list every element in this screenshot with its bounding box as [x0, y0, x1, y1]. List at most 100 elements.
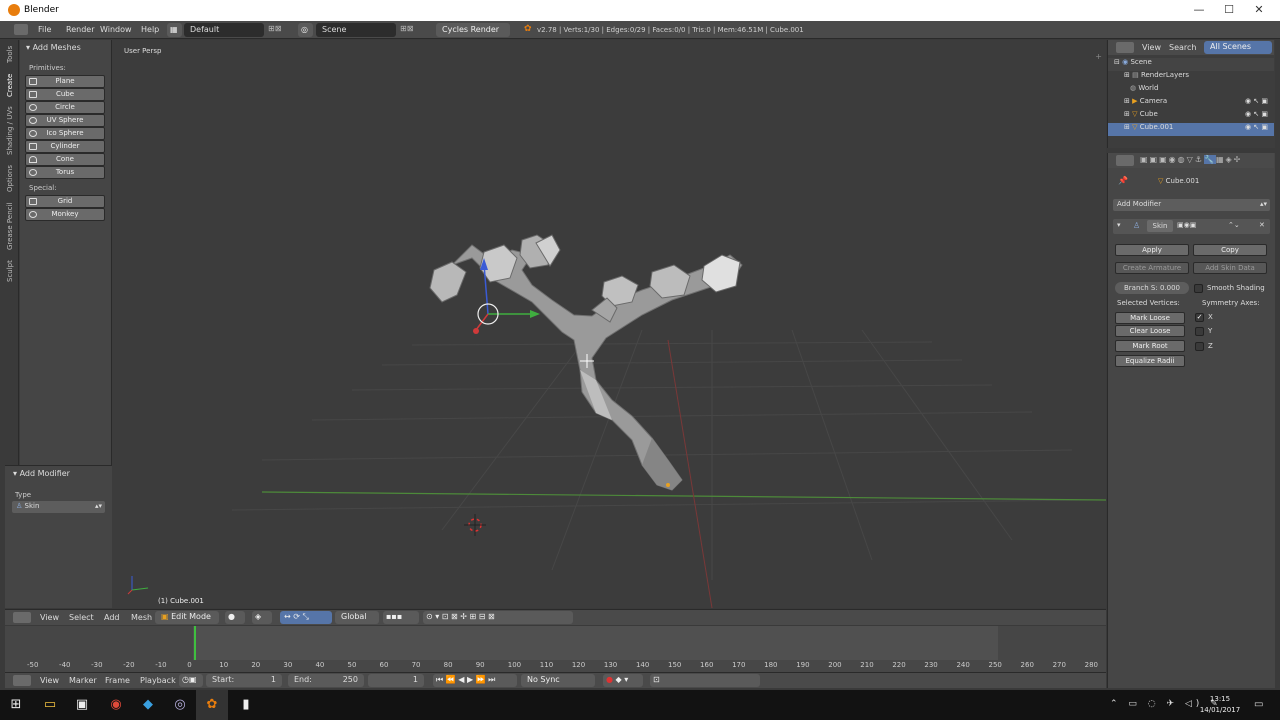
clock-date[interactable]: 14/01/2017: [1198, 706, 1242, 714]
outliner-filter-select[interactable]: All Scenes: [1204, 41, 1272, 54]
add-plane-button[interactable]: Plane: [25, 75, 105, 88]
editor-type-icon[interactable]: [14, 24, 28, 35]
outliner-item-cube[interactable]: ⊞ ▽ Cube ◉ ↖ ▣: [1108, 110, 1274, 123]
app-diamond-icon[interactable]: ◆: [132, 690, 164, 720]
menu-window[interactable]: Window: [100, 25, 132, 34]
app-circle-icon[interactable]: ◎: [164, 690, 196, 720]
add-skin-data-button[interactable]: Add Skin Data: [1193, 262, 1267, 274]
mesh-menu[interactable]: Mesh: [131, 613, 152, 622]
tab-grease-pencil[interactable]: Grease Pencil: [6, 196, 18, 256]
outliner-item-renderlayers[interactable]: ⊞ ▤ RenderLayers: [1108, 71, 1274, 84]
pin-icon[interactable]: 📌: [1118, 176, 1128, 185]
start-windows-icon[interactable]: ⊞: [0, 690, 32, 720]
chrome-icon[interactable]: ◉: [100, 690, 132, 720]
mark-loose-button[interactable]: Mark Loose: [1115, 312, 1185, 324]
scene-field[interactable]: Scene: [316, 23, 396, 37]
editor-type-icon[interactable]: [1116, 155, 1134, 166]
move-modifier-icons[interactable]: ⌃⌄: [1228, 221, 1240, 229]
keying-buttons[interactable]: ● ◆ ▾: [603, 674, 643, 687]
tab-create[interactable]: Create: [6, 70, 18, 100]
3d-viewport[interactable]: User Persp (1) Cube.001 +: [112, 40, 1106, 608]
visibility-icons[interactable]: ◉ ↖ ▣: [1245, 110, 1268, 118]
add-meshes-header[interactable]: ▾ Add Meshes: [26, 43, 81, 52]
editor-type-icon[interactable]: [1116, 42, 1134, 53]
sync-select[interactable]: No Sync: [521, 674, 595, 687]
symmetry-x-checkbox[interactable]: ✓: [1195, 313, 1204, 322]
recorder-icon[interactable]: ▮: [230, 690, 262, 720]
add-cone-button[interactable]: Cone: [25, 153, 105, 166]
selected-vertex[interactable]: [666, 483, 670, 487]
tab-tools[interactable]: Tools: [6, 42, 18, 66]
smooth-shading-checkbox[interactable]: [1194, 284, 1203, 293]
visibility-icons[interactable]: ◉ ↖ ▣: [1245, 123, 1268, 131]
add-menu[interactable]: Add: [104, 613, 120, 622]
mark-root-button[interactable]: Mark Root: [1115, 340, 1185, 352]
create-armature-button[interactable]: Create Armature: [1115, 262, 1189, 274]
playback-controls[interactable]: ⏮ ⏪ ◀ ▶ ⏩ ⏭: [433, 674, 517, 687]
layout-field[interactable]: Default: [184, 23, 264, 37]
symmetry-z-checkbox[interactable]: [1195, 342, 1204, 351]
tab-options[interactable]: Options: [6, 162, 18, 194]
outliner-search-menu[interactable]: Search: [1169, 43, 1196, 52]
clear-loose-button[interactable]: Clear Loose: [1115, 325, 1185, 337]
clock-time[interactable]: 13:15: [1200, 695, 1240, 703]
skin-modifier-header[interactable]: ▾ ♙ Skin ▣◉▣ ⌃⌄ ✕: [1113, 219, 1270, 234]
properties-context-tabs[interactable]: ▣▣▣◉◍▽⚓🔧▦◈✢: [1140, 155, 1242, 164]
outliner-item-cube-001[interactable]: ⊞ ▽ Cube.001 ◉ ↖ ▣: [1108, 123, 1274, 136]
file-explorer-icon[interactable]: ▭: [34, 690, 66, 720]
menu-help[interactable]: Help: [141, 25, 159, 34]
menu-file[interactable]: File: [38, 25, 51, 34]
add-modifier-select[interactable]: Add Modifier ▴▾: [1113, 199, 1270, 211]
scene-icon[interactable]: ◎: [298, 23, 313, 37]
start-frame-field[interactable]: Start: 1: [206, 674, 282, 687]
add-uv-sphere-button[interactable]: UV Sphere: [25, 114, 105, 127]
layout-add-icon[interactable]: ⊞⊠: [268, 24, 281, 33]
menu-render[interactable]: Render: [66, 25, 94, 34]
snap-proportional-buttons[interactable]: ⊙ ▾ ⊡ ⊠ ✢ ⊞ ⊟ ⊠: [423, 611, 573, 624]
operator-header[interactable]: ▾ Add Modifier: [13, 469, 70, 478]
3d-cursor[interactable]: [464, 514, 486, 536]
current-frame-field[interactable]: 1: [368, 674, 424, 687]
add-grid-button[interactable]: Grid: [25, 195, 105, 208]
modifier-wrench-icon[interactable]: 🔧: [1203, 155, 1216, 164]
outliner-view-menu[interactable]: View: [1142, 43, 1161, 52]
outliner-item-scene[interactable]: ⊟ ◉ Scene: [1108, 58, 1274, 71]
modifier-visibility-icons[interactable]: ▣◉▣: [1177, 221, 1196, 229]
scene-add-icon[interactable]: ⊞⊠: [400, 24, 413, 33]
add-cube-button[interactable]: Cube: [25, 88, 105, 101]
outliner-item-world[interactable]: ◍ World: [1108, 84, 1274, 97]
remove-modifier-icon[interactable]: ✕: [1259, 221, 1265, 229]
timeline-view-menu[interactable]: View: [40, 676, 59, 685]
orientation-select[interactable]: Global: [335, 611, 379, 624]
current-frame-indicator[interactable]: [194, 626, 196, 660]
end-frame-field[interactable]: End: 250: [288, 674, 364, 687]
maximize-button[interactable]: ☐: [1214, 0, 1244, 21]
manipulator-toggle[interactable]: ↔ ⟳ ⤡: [280, 611, 332, 624]
modifier-name-field[interactable]: Skin: [1147, 220, 1173, 232]
keying-set-field[interactable]: ⊡: [650, 674, 760, 687]
outliner-item-camera[interactable]: ⊞ ▶ Camera ◉ ↖ ▣: [1108, 97, 1274, 110]
tab-shading-uvs[interactable]: Shading / UVs: [6, 102, 18, 160]
layers-buttons[interactable]: ▪▪▪: [383, 611, 419, 624]
render-engine-select[interactable]: Cycles Render: [436, 23, 510, 37]
visibility-icons[interactable]: ◉ ↖ ▣: [1245, 97, 1268, 105]
copy-button[interactable]: Copy: [1193, 244, 1267, 256]
shading-select[interactable]: ●: [225, 611, 245, 624]
add-ico-sphere-button[interactable]: Ico Sphere: [25, 127, 105, 140]
close-button[interactable]: ✕: [1244, 0, 1274, 21]
add-monkey-button[interactable]: Monkey: [25, 208, 105, 221]
view-menu[interactable]: View: [40, 613, 59, 622]
notifications-icon[interactable]: ▭: [1254, 699, 1263, 710]
pivot-select[interactable]: ◈: [252, 611, 272, 624]
apply-button[interactable]: Apply: [1115, 244, 1189, 256]
timeline-editor[interactable]: -50 -40 -30 -20 -10 0 10 20 30 40 50 60 70 80 90 100 110…: [5, 626, 1106, 672]
add-circle-button[interactable]: Circle: [25, 101, 105, 114]
region-toggle-icon[interactable]: +: [1095, 52, 1102, 61]
preview-range-toggle[interactable]: ◷▣: [179, 674, 203, 687]
playback-menu[interactable]: Playback: [140, 676, 176, 685]
frame-menu[interactable]: Frame: [105, 676, 130, 685]
symmetry-y-checkbox[interactable]: [1195, 327, 1204, 336]
layout-icon[interactable]: ▦: [167, 23, 182, 37]
mode-select[interactable]: ▣ Edit Mode: [155, 611, 219, 624]
tab-sculpt[interactable]: Sculpt: [6, 258, 18, 284]
